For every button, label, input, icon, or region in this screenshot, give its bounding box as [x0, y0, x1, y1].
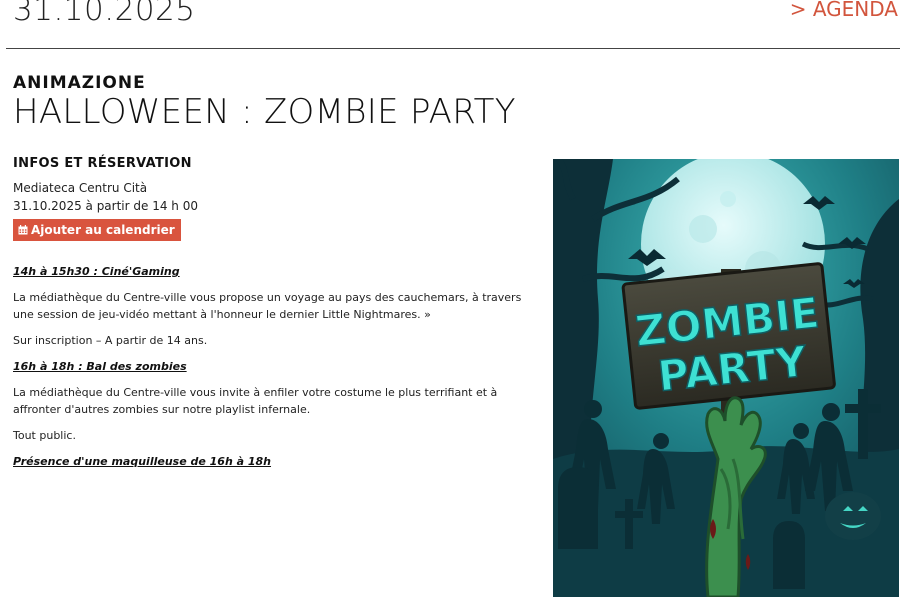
- session-title-cinegaming: 14h à 15h30 : Ciné'Gaming: [13, 265, 180, 278]
- add-to-calendar-button[interactable]: Ajouter au calendrier: [13, 219, 181, 241]
- event-info-section: INFOS ET RÉSERVATION Mediateca Centru Ci…: [13, 156, 533, 479]
- header-divider: [6, 48, 900, 49]
- event-poster: ZOMBIE PARTY: [553, 159, 899, 597]
- event-place: Mediateca Centru Cità: [13, 181, 148, 195]
- event-date: 31.10.2025: [13, 0, 196, 28]
- calendar-icon: [18, 225, 28, 235]
- pumpkin: [825, 492, 881, 540]
- session-note-bal: Tout public.: [13, 429, 76, 442]
- event-category: ANIMAZIONE: [13, 73, 146, 93]
- session-description-bal: La médiathèque du Centre-ville vous invi…: [13, 386, 498, 416]
- makeup-artist-note: Présence d'une maquilleuse de 16h à 18h: [13, 455, 272, 468]
- session-note-cinegaming: Sur inscription – A partir de 14 ans.: [13, 334, 208, 347]
- add-to-calendar-label: Ajouter au calendrier: [31, 223, 175, 237]
- session-description-cinegaming: La médiathèque du Centre-ville vous prop…: [13, 291, 522, 321]
- session-title-bal: 16h à 18h : Bal des zombies: [13, 360, 187, 373]
- event-program: 14h à 15h30 : Ciné'Gaming La médiathèque…: [13, 263, 533, 470]
- page-title: HALLOWEEN : ZOMBIE PARTY: [13, 92, 516, 132]
- infos-heading: INFOS ET RÉSERVATION: [13, 156, 192, 171]
- event-time: 31.10.2025 à partir de 14 h 00: [13, 199, 198, 213]
- agenda-link[interactable]: > AGENDA: [790, 0, 898, 21]
